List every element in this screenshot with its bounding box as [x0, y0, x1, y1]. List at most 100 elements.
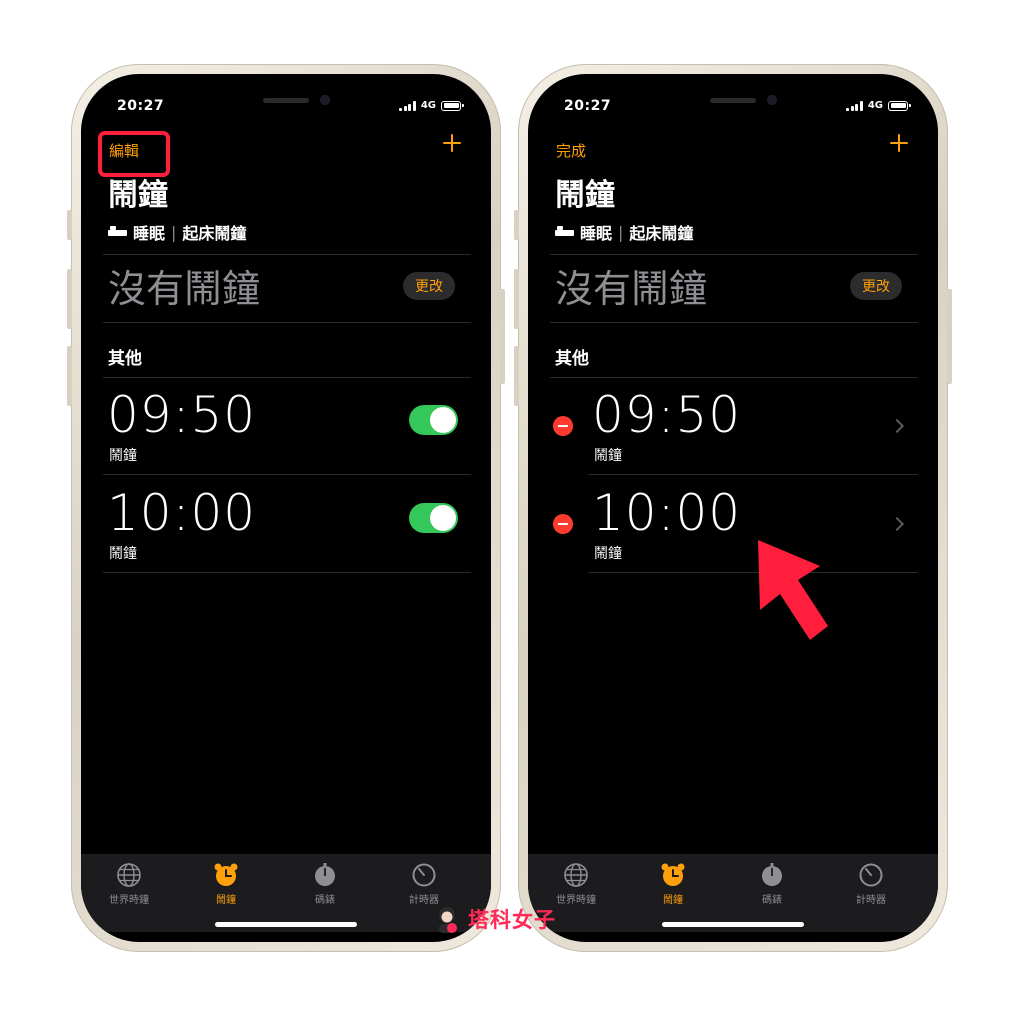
alarm-time: 09:50 — [107, 386, 257, 444]
divider — [103, 377, 471, 378]
alarm-toggle[interactable] — [409, 405, 458, 435]
separator: | — [618, 222, 624, 242]
divider — [103, 474, 471, 475]
tab-world-clock[interactable]: 世界時鐘 — [541, 862, 611, 906]
home-indicator[interactable] — [215, 922, 357, 927]
delete-icon[interactable] — [553, 416, 573, 436]
network-type: 4G — [420, 100, 436, 111]
battery-icon — [441, 100, 464, 111]
camera — [320, 95, 330, 105]
status-icons: 4G — [846, 100, 911, 111]
tab-label: 世界時鐘 — [109, 895, 149, 906]
page-title: 鬧鐘 — [555, 178, 615, 213]
divider — [550, 322, 918, 323]
alarm-toggle[interactable] — [409, 503, 458, 533]
alarm-time: 10:00 — [107, 484, 257, 542]
tab-stopwatch[interactable]: 碼錶 — [737, 862, 807, 906]
chevron-right-icon — [889, 418, 905, 434]
chevron-right-icon — [889, 516, 905, 532]
tab-label: 計時器 — [856, 895, 886, 906]
home-indicator[interactable] — [662, 922, 804, 927]
alarm-clock-icon — [661, 863, 685, 886]
tab-timer[interactable]: 計時器 — [389, 862, 459, 906]
tab-bar: 世界時鐘 鬧鐘 碼錶 計時器 — [81, 854, 491, 932]
alarm-label: 鬧鐘 — [594, 546, 622, 562]
done-button[interactable]: 完成 — [556, 140, 586, 161]
separator: | — [171, 222, 177, 242]
volume-up-button — [514, 269, 519, 329]
side-button — [500, 289, 505, 384]
network-type: 4G — [867, 100, 883, 111]
tab-alarm[interactable]: 鬧鐘 — [638, 862, 708, 906]
stopwatch-icon — [315, 863, 335, 886]
tab-world-clock[interactable]: 世界時鐘 — [94, 862, 164, 906]
screen-left: 20:27 4G 編輯 鬧鐘 睡眠 | 起床鬧鐘 沒有鬧鐘 更改 其他 09:5… — [81, 74, 491, 942]
screen-right: 20:27 4G 完成 鬧鐘 睡眠 | 起床鬧鐘 沒有鬧鐘 更改 其他 09:5… — [528, 74, 938, 942]
volume-up-button — [67, 269, 72, 329]
no-alarm-text: 沒有鬧鐘 — [108, 267, 261, 311]
tab-label: 碼錶 — [315, 895, 335, 906]
speaker — [710, 98, 756, 103]
alarm-label: 鬧鐘 — [109, 448, 137, 464]
battery-icon — [888, 100, 911, 111]
page-title: 鬧鐘 — [108, 178, 168, 213]
watermark-avatar-icon — [439, 907, 457, 933]
tab-alarm[interactable]: 鬧鐘 — [191, 862, 261, 906]
signal-icon — [399, 100, 416, 111]
section-header-other: 其他 — [108, 349, 142, 369]
speaker — [263, 98, 309, 103]
sleep-label: 睡眠 — [580, 224, 613, 243]
section-header-other: 其他 — [555, 349, 589, 369]
add-alarm-icon[interactable] — [443, 134, 461, 152]
alarm-label: 鬧鐘 — [594, 448, 622, 464]
tab-label: 世界時鐘 — [556, 895, 596, 906]
change-button[interactable]: 更改 — [403, 272, 455, 300]
divider — [103, 572, 471, 573]
tab-label: 鬧鐘 — [216, 895, 236, 906]
timer-icon — [859, 863, 883, 887]
alarm-time: 09:50 — [592, 386, 742, 444]
wake-label: 起床鬧鐘 — [629, 224, 694, 243]
mute-switch — [67, 210, 72, 240]
divider — [588, 474, 918, 475]
alarm-clock-icon — [214, 863, 238, 886]
volume-down-button — [67, 346, 72, 406]
divider — [550, 377, 918, 378]
timer-icon — [412, 863, 436, 887]
volume-down-button — [514, 346, 519, 406]
signal-icon — [846, 100, 863, 111]
sleep-label: 睡眠 — [133, 224, 166, 243]
sleep-wake-header: 睡眠 | 起床鬧鐘 — [555, 220, 693, 244]
mute-switch — [514, 210, 519, 240]
add-alarm-icon[interactable] — [890, 134, 908, 152]
delete-icon[interactable] — [553, 514, 573, 534]
alarm-label: 鬧鐘 — [109, 546, 137, 562]
no-alarm-text: 沒有鬧鐘 — [555, 267, 708, 311]
wake-label: 起床鬧鐘 — [182, 224, 247, 243]
tab-stopwatch[interactable]: 碼錶 — [290, 862, 360, 906]
sleep-wake-header: 睡眠 | 起床鬧鐘 — [108, 220, 246, 244]
side-button — [947, 289, 952, 384]
tab-bar: 世界時鐘 鬧鐘 碼錶 計時器 — [528, 854, 938, 932]
bed-icon — [555, 226, 574, 238]
watermark: 塔科女子 — [432, 904, 556, 934]
divider — [103, 254, 471, 255]
phone-left: 20:27 4G 編輯 鬧鐘 睡眠 | 起床鬧鐘 沒有鬧鐘 更改 其他 09:5… — [67, 64, 505, 952]
globe-icon — [564, 863, 588, 887]
phone-right: 20:27 4G 完成 鬧鐘 睡眠 | 起床鬧鐘 沒有鬧鐘 更改 其他 09:5… — [514, 64, 952, 952]
tab-timer[interactable]: 計時器 — [836, 862, 906, 906]
tab-label: 碼錶 — [762, 895, 782, 906]
tab-label: 鬧鐘 — [663, 895, 683, 906]
alarm-time: 10:00 — [592, 484, 742, 542]
bed-icon — [108, 226, 127, 238]
divider — [103, 322, 471, 323]
status-time: 20:27 — [117, 98, 165, 114]
globe-icon — [117, 863, 141, 887]
divider — [550, 254, 918, 255]
annotation-arrow — [758, 540, 828, 640]
change-button[interactable]: 更改 — [850, 272, 902, 300]
camera — [767, 95, 777, 105]
status-icons: 4G — [399, 100, 464, 111]
watermark-text: 塔科女子 — [468, 908, 556, 932]
status-time: 20:27 — [564, 98, 612, 114]
